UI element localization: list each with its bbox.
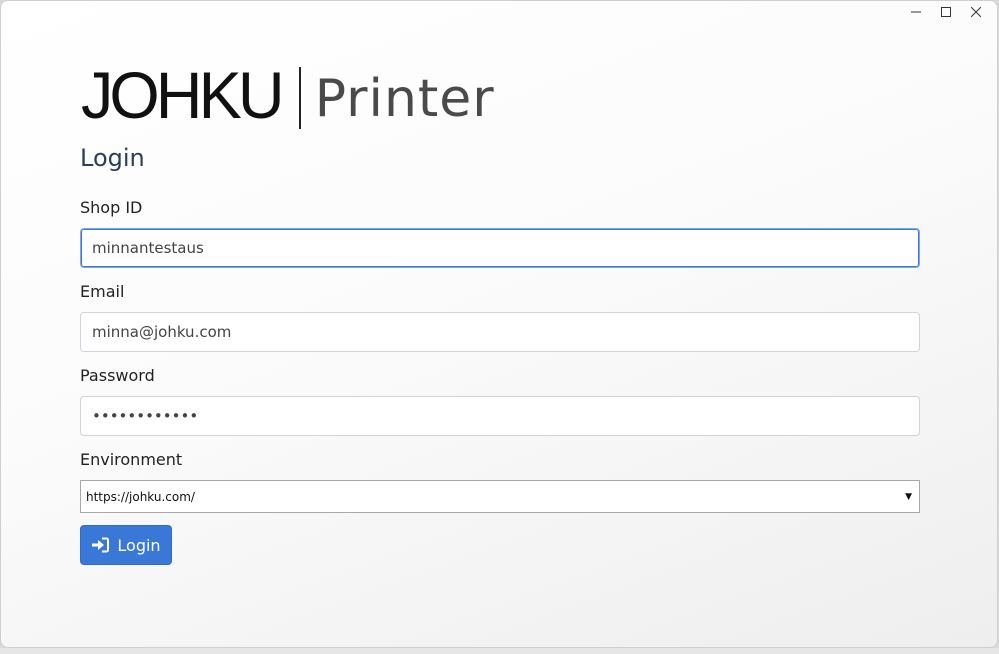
environment-select[interactable]: https://johku.com/ ▼ xyxy=(80,480,920,513)
window-controls xyxy=(901,1,991,25)
shop-id-input[interactable] xyxy=(80,228,920,268)
close-button[interactable] xyxy=(961,1,991,23)
close-icon xyxy=(971,7,981,17)
logo-product-text: Printer xyxy=(314,69,495,129)
app-window: JOHKU Printer Login Shop ID Email Passwo… xyxy=(0,0,998,648)
login-button[interactable]: Login xyxy=(80,525,172,565)
minimize-icon xyxy=(911,11,921,13)
environment-label: Environment xyxy=(80,450,183,469)
background-strip xyxy=(0,648,999,654)
password-label: Password xyxy=(80,366,155,385)
shop-id-label: Shop ID xyxy=(80,198,143,217)
app-logo: JOHKU Printer xyxy=(81,58,495,135)
dropdown-arrow-icon: ▼ xyxy=(905,491,912,502)
logo-divider xyxy=(298,67,301,129)
login-button-label: Login xyxy=(117,535,161,555)
logo-brand-text: JOHKU xyxy=(81,58,285,132)
environment-select-value: https://johku.com/ xyxy=(86,489,195,504)
sign-in-icon xyxy=(92,537,110,553)
email-input[interactable] xyxy=(80,312,920,352)
maximize-button[interactable] xyxy=(931,1,961,23)
minimize-button[interactable] xyxy=(901,1,931,23)
password-input[interactable] xyxy=(80,396,920,436)
page-title: Login xyxy=(80,144,145,172)
maximize-icon xyxy=(941,7,951,17)
email-label: Email xyxy=(80,282,125,301)
